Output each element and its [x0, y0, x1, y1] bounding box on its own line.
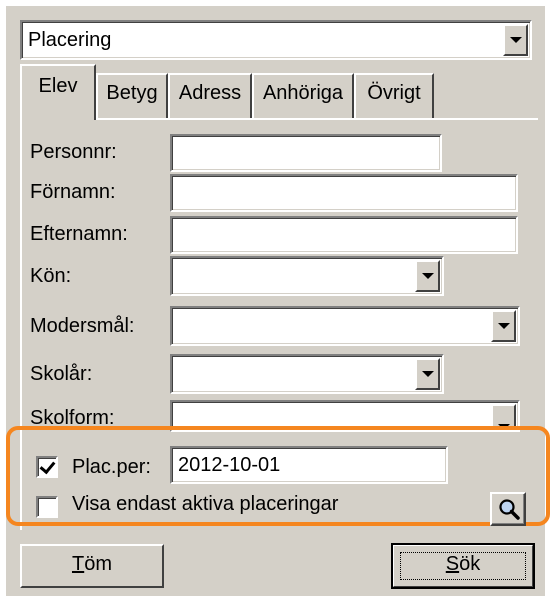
search-icon-button[interactable] — [490, 492, 526, 526]
chevron-down-icon — [421, 273, 434, 279]
tab-betyg[interactable]: Betyg — [96, 73, 168, 119]
personnr-label: Personnr: — [30, 141, 117, 163]
view-select[interactable]: Placering — [20, 20, 532, 60]
modersmal-select[interactable] — [170, 306, 520, 346]
skolar-select[interactable] — [170, 354, 444, 394]
chevron-down-icon — [421, 371, 434, 377]
plac-per-date-value: 2012-10-01 — [178, 454, 281, 476]
tab-elev[interactable]: Elev — [20, 64, 96, 120]
plac-per-checkbox[interactable] — [36, 456, 58, 478]
efternamn-label: Efternamn: — [30, 223, 128, 245]
skolar-dropdown-button[interactable] — [415, 358, 440, 390]
tab-anhoriga[interactable]: Anhöriga — [252, 73, 354, 119]
fornamn-label: Förnamn: — [30, 181, 116, 203]
skolar-label: Skolår: — [30, 363, 93, 385]
modersmal-dropdown-button[interactable] — [491, 310, 516, 342]
search-button[interactable]: Sök — [391, 543, 535, 589]
check-icon — [39, 457, 56, 475]
kon-dropdown-button[interactable] — [415, 260, 440, 292]
tab-ovrigt[interactable]: Övrigt — [354, 73, 434, 119]
view-select-dropdown-button[interactable] — [503, 24, 528, 56]
kon-label: Kön: — [30, 265, 72, 287]
search-icon — [499, 499, 520, 520]
tab-elev-label: Elev — [38, 75, 78, 97]
active-only-checkbox[interactable] — [36, 496, 58, 518]
modersmal-label: Modersmål: — [30, 315, 135, 337]
tab-adress[interactable]: Adress — [168, 73, 252, 119]
fornamn-field[interactable] — [170, 174, 518, 212]
tab-ovrigt-label: Övrigt — [367, 82, 421, 104]
chevron-down-icon — [497, 323, 510, 329]
chevron-down-icon — [509, 37, 522, 43]
tab-adress-label: Adress — [178, 82, 242, 104]
view-select-value: Placering — [28, 29, 112, 51]
personnr-field[interactable] — [170, 134, 442, 172]
efternamn-field[interactable] — [170, 216, 518, 254]
plac-per-date-field[interactable]: 2012-10-01 — [170, 446, 448, 484]
tab-anhoriga-label: Anhöriga — [262, 82, 344, 104]
search-button-focus-ring — [400, 552, 526, 580]
plac-per-label: Plac.per: — [72, 456, 151, 478]
clear-button-mnemonic: T — [71, 553, 85, 575]
active-only-label: Visa endast aktiva placeringar — [72, 493, 339, 515]
tab-betyg-label: Betyg — [106, 82, 158, 104]
clear-button-label: öm — [84, 553, 112, 575]
kon-select[interactable] — [170, 256, 444, 296]
clear-button[interactable]: Töm — [20, 544, 164, 588]
